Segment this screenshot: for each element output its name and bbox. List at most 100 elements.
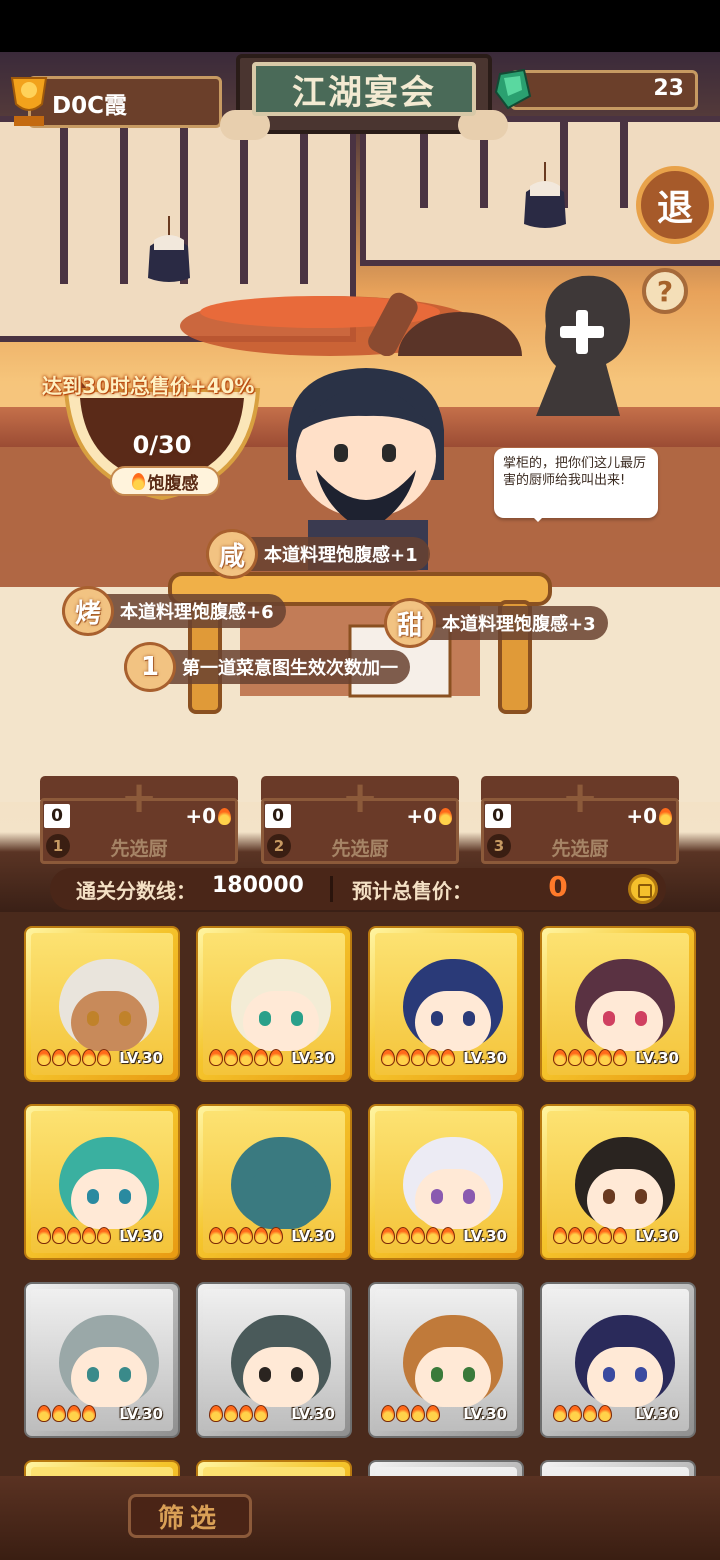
dish-slot-1[interactable]: + 0 +0 先选厨 1: [40, 776, 238, 864]
chef-card[interactable]: LV.30: [368, 1104, 524, 1260]
chef-face: [587, 1169, 663, 1229]
chef-eye: [635, 1189, 647, 1204]
satiety-progress: 0/30: [132, 431, 192, 459]
chef-face: [71, 1169, 147, 1229]
chef-level: LV.30: [291, 1049, 335, 1067]
help-button[interactable]: ?: [642, 268, 688, 314]
chef-card[interactable]: LV.30: [540, 1282, 696, 1438]
flame-star-icon: [613, 1049, 627, 1066]
chef-portrait: LV.30: [203, 1289, 345, 1431]
filter-button[interactable]: 筛选: [128, 1494, 252, 1538]
chef-portrait: LV.30: [31, 1111, 173, 1253]
chef-face: [415, 1347, 491, 1407]
flame-star-icon: [82, 1405, 96, 1422]
flame-star-icon: [426, 1227, 440, 1244]
event-title: 江湖宴会: [252, 62, 476, 116]
chef-card[interactable]: LV.30: [368, 926, 524, 1082]
estimated-price-label: 预计总售价：: [352, 879, 472, 903]
flame-star-icon: [598, 1049, 612, 1066]
chef-portrait: LV.30: [547, 1289, 689, 1431]
chef-eye: [603, 1011, 615, 1026]
chef-card[interactable]: LV.30: [24, 1282, 180, 1438]
chef-face: [71, 991, 147, 1051]
chef-level: LV.30: [463, 1227, 507, 1245]
chef-level: LV.30: [291, 1227, 335, 1245]
buff-salty: 咸 本道料理饱腹感+1: [206, 529, 430, 579]
flame-star-icon: [269, 1049, 283, 1066]
gem-count: 23: [653, 76, 684, 101]
chef-portrait: LV.30: [375, 933, 517, 1075]
chef-card[interactable]: LV.30: [24, 926, 180, 1082]
buff-roast: 烤 本道料理饱腹感+6: [62, 586, 286, 636]
slot-number: 3: [487, 834, 511, 858]
flame-star-icon: [67, 1405, 81, 1422]
flame-star-icon: [381, 1049, 395, 1066]
flame-star-icon: [239, 1227, 253, 1244]
exit-button[interactable]: 退: [636, 166, 714, 244]
satiety-bonus-tip: 达到30时总售价+40%: [42, 374, 255, 398]
chef-level: LV.30: [463, 1049, 507, 1067]
flame-star-icon: [381, 1227, 395, 1244]
flame-star-icon: [396, 1227, 410, 1244]
chef-portrait: LV.30: [203, 1111, 345, 1253]
flame-icon: [659, 807, 672, 825]
buff-text: 本道料理饱腹感+3: [442, 614, 596, 635]
star-rating: [209, 1227, 284, 1244]
hanging-lantern-right: [524, 162, 566, 228]
chef-eye: [463, 1011, 475, 1026]
chef-portrait: LV.30: [203, 933, 345, 1075]
chef-eye: [431, 1367, 443, 1382]
hanging-lantern-left: [148, 216, 190, 282]
flame-star-icon: [583, 1049, 597, 1066]
flame-star-icon: [396, 1049, 410, 1066]
flame-star-icon: [209, 1049, 223, 1066]
chef-card[interactable]: LV.30: [540, 1104, 696, 1260]
flame-star-icon: [396, 1405, 410, 1422]
dish-slot-3[interactable]: + 0 +0 先选厨 3: [481, 776, 679, 864]
chef-eye: [259, 1189, 271, 1204]
chef-eye: [87, 1367, 99, 1382]
chef-level: LV.30: [635, 1227, 679, 1245]
star-rating: [381, 1049, 456, 1066]
chef-level: LV.30: [635, 1405, 679, 1423]
star-rating: [553, 1049, 628, 1066]
chef-eye: [635, 1367, 647, 1382]
flame-star-icon: [82, 1227, 96, 1244]
flame-icon: [218, 807, 231, 825]
chef-roster: LV.30 LV.30 LV.30 LV.30 LV.30 LV.30 LV.30 LV.30…: [0, 912, 720, 1482]
chef-portrait: LV.30: [31, 1289, 173, 1431]
bottom-bar: [0, 1476, 720, 1560]
chef-eye: [291, 1011, 303, 1026]
serving-table: [168, 572, 552, 714]
flame-star-icon: [426, 1405, 440, 1422]
chef-face: [243, 1169, 319, 1229]
buff-first-dish: 1 第一道菜意图生效次数加一: [124, 642, 410, 692]
flame-star-icon: [553, 1405, 567, 1422]
chef-card[interactable]: LV.30: [540, 926, 696, 1082]
chef-card[interactable]: LV.30: [196, 1104, 352, 1260]
empty-customer-slot-icon[interactable]: [526, 266, 638, 416]
chef-eye: [119, 1189, 131, 1204]
score-threshold-label: 通关分数线：: [76, 879, 196, 903]
flame-star-icon: [598, 1405, 612, 1422]
flame-star-icon: [37, 1227, 51, 1244]
chef-card[interactable]: LV.30: [24, 1104, 180, 1260]
flame-star-icon: [411, 1049, 425, 1066]
slot-bonus: +0: [185, 804, 234, 828]
flame-star-icon: [82, 1049, 96, 1066]
chef-card[interactable]: LV.30: [368, 1282, 524, 1438]
flame-star-icon: [568, 1227, 582, 1244]
flame-star-icon: [269, 1227, 283, 1244]
star-rating: [381, 1405, 441, 1422]
flame-star-icon: [209, 1405, 223, 1422]
chef-eye: [119, 1367, 131, 1382]
salty-badge-icon: 咸: [206, 529, 258, 579]
chef-face: [415, 991, 491, 1051]
flame-star-icon: [209, 1227, 223, 1244]
flame-star-icon: [52, 1227, 66, 1244]
chef-card[interactable]: LV.30: [196, 1282, 352, 1438]
chef-card[interactable]: LV.30: [196, 926, 352, 1082]
chef-eye: [463, 1189, 475, 1204]
flame-star-icon: [254, 1049, 268, 1066]
dish-slot-2[interactable]: + 0 +0 先选厨 2: [261, 776, 459, 864]
